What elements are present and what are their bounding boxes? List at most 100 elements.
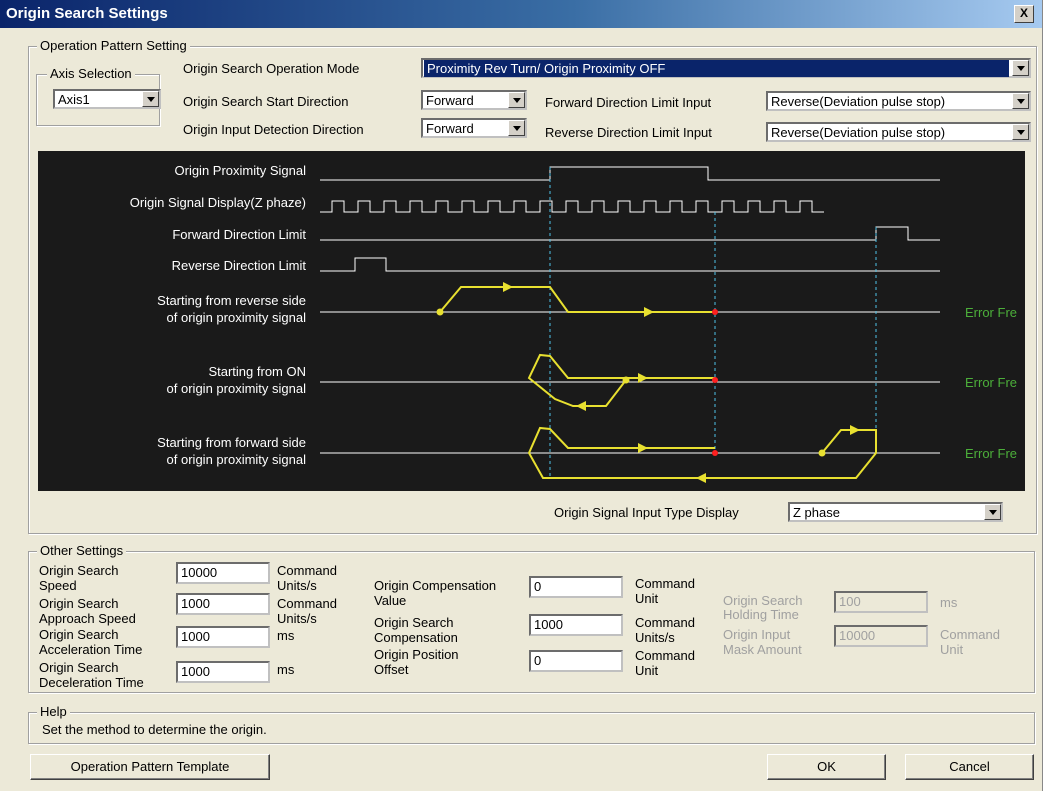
comp-speed-unit2: Units/s <box>635 630 675 645</box>
case-2-arrow <box>576 401 586 411</box>
comp-speed-label2: Compensation <box>374 630 458 645</box>
case-3-status: Error Fre <box>965 446 1017 461</box>
decel-time-label1: Origin Search <box>39 660 119 675</box>
accel-time-label1: Origin Search <box>39 627 119 642</box>
case-3-end-marker <box>712 450 718 456</box>
window-title: Origin Search Settings <box>6 5 168 22</box>
input-detection-select[interactable]: Forward <box>421 118 527 138</box>
case-2-status: Error Fre <box>965 375 1017 390</box>
start-direction-select[interactable]: Forward <box>421 90 527 110</box>
case-3-label-line1: Starting from forward side <box>157 435 306 450</box>
position-offset-label1: Origin Position <box>374 647 459 662</box>
holding-time-unit: ms <box>940 595 958 610</box>
input-detection-label: Origin Input Detection Direction <box>183 122 364 137</box>
approach-speed-unit2: Units/s <box>277 611 317 626</box>
chevron-down-icon[interactable] <box>1012 124 1029 140</box>
case-1-label-line2: of origin proximity signal <box>167 310 307 325</box>
position-offset-label2: Offset <box>374 662 409 677</box>
forward-limit-waveform <box>320 226 940 241</box>
comp-value-label1: Origin Compensation <box>374 578 497 593</box>
rev-limit-select[interactable]: Reverse(Deviation pulse stop) <box>766 122 1031 142</box>
mask-amount-input: 10000 <box>834 625 928 647</box>
reverse-limit-waveform <box>320 257 940 272</box>
case-1-arrow <box>503 282 513 292</box>
start-direction-label: Origin Search Start Direction <box>183 94 349 109</box>
case-3-arrow-2 <box>696 473 706 483</box>
case-2-path <box>527 353 715 407</box>
position-offset-unit1: Command <box>635 648 695 663</box>
mask-amount-unit2: Unit <box>940 642 964 657</box>
approach-speed-label1: Origin Search <box>39 596 119 611</box>
title-bar: Origin Search Settings X <box>0 0 1042 28</box>
axis-select[interactable]: Axis1 <box>53 89 161 109</box>
chevron-down-icon[interactable] <box>508 92 525 108</box>
signal-type-select[interactable]: Z phase <box>788 502 1003 522</box>
signal-type-label: Origin Signal Input Type Display <box>554 505 739 520</box>
proximity-waveform <box>320 166 940 181</box>
case-1-arrow-2 <box>644 307 654 317</box>
case-2-end-marker <box>712 377 718 383</box>
holding-time-label1: Origin Search <box>723 593 803 608</box>
case-3-arrow-3 <box>638 443 648 453</box>
accel-time-label2: Acceleration Time <box>39 642 143 657</box>
case-2-start-point <box>622 376 630 384</box>
comp-value-label2: Value <box>374 593 407 608</box>
decel-time-unit: ms <box>277 662 295 677</box>
decel-time-label2: Deceleration Time <box>39 675 144 690</box>
comp-speed-label1: Origin Search <box>374 615 454 630</box>
cancel-button[interactable]: Cancel <box>905 754 1034 780</box>
case-3-label-line2: of origin proximity signal <box>167 452 307 467</box>
comp-value-input[interactable]: 0 <box>529 576 623 598</box>
ok-button[interactable]: OK <box>767 754 886 780</box>
axis-selection-label: Axis Selection <box>47 66 135 81</box>
case-2-label-line1: Starting from ON <box>208 364 306 379</box>
case-2-label-line2: of origin proximity signal <box>167 381 307 396</box>
operation-pattern-template-button[interactable]: Operation Pattern Template <box>30 754 270 780</box>
accel-time-input[interactable]: 1000 <box>176 626 270 648</box>
chevron-down-icon[interactable] <box>142 91 159 107</box>
holding-time-label2: Holding Time <box>723 607 799 622</box>
other-settings-legend: Other Settings <box>37 543 127 558</box>
case-1-end-marker <box>712 309 718 315</box>
signal-label-z-phase: Origin Signal Display(Z phaze) <box>130 195 306 210</box>
search-speed-label2: Speed <box>39 578 77 593</box>
search-speed-label1: Origin Search <box>39 563 119 578</box>
fwd-limit-label: Forward Direction Limit Input <box>545 95 712 110</box>
position-offset-input[interactable]: 0 <box>529 650 623 672</box>
decel-time-input[interactable]: 1000 <box>176 661 270 683</box>
mask-amount-unit1: Command <box>940 627 1000 642</box>
case-1-status: Error Fre <box>965 305 1017 320</box>
chevron-down-icon[interactable] <box>984 504 1001 520</box>
chevron-down-icon[interactable] <box>1012 60 1029 76</box>
case-3-start-point <box>818 449 826 457</box>
chevron-down-icon[interactable] <box>1012 93 1029 109</box>
chevron-down-icon[interactable] <box>508 120 525 136</box>
approach-speed-input[interactable]: 1000 <box>176 593 270 615</box>
help-legend: Help <box>37 704 70 719</box>
case-1-start-point <box>436 308 444 316</box>
fwd-limit-select[interactable]: Reverse(Deviation pulse stop) <box>766 91 1031 111</box>
origin-search-settings-dialog: Origin Search Settings X Operation Patte… <box>0 0 1043 791</box>
signal-label-forward-limit: Forward Direction Limit <box>172 227 306 242</box>
accel-time-unit: ms <box>277 628 295 643</box>
search-speed-unit2: Units/s <box>277 578 317 593</box>
mask-amount-label1: Origin Input <box>723 627 791 642</box>
timing-diagram-svg: Origin Proximity Signal Origin Signal Di… <box>130 163 1017 483</box>
position-offset-unit2: Unit <box>635 663 659 678</box>
search-speed-unit1: Command <box>277 563 337 578</box>
close-button[interactable]: X <box>1014 5 1034 23</box>
approach-speed-label2: Approach Speed <box>39 611 136 626</box>
search-speed-input[interactable]: 10000 <box>176 562 270 584</box>
operation-pattern-legend: Operation Pattern Setting <box>37 38 190 53</box>
case-3-arrow <box>850 425 860 435</box>
timing-diagram: Origin Proximity Signal Origin Signal Di… <box>38 151 1025 491</box>
mask-amount-label2: Mask Amount <box>723 642 802 657</box>
mode-label: Origin Search Operation Mode <box>183 61 360 76</box>
signal-label-proximity: Origin Proximity Signal <box>175 163 307 178</box>
case-1-label-line1: Starting from reverse side <box>157 293 306 308</box>
case-1-path <box>439 286 715 313</box>
comp-value-unit1: Command <box>635 576 695 591</box>
comp-speed-input[interactable]: 1000 <box>529 614 623 636</box>
help-text: Set the method to determine the origin. <box>42 722 267 737</box>
operation-mode-select[interactable]: Proximity Rev Turn/ Origin Proximity OFF <box>421 58 1031 78</box>
